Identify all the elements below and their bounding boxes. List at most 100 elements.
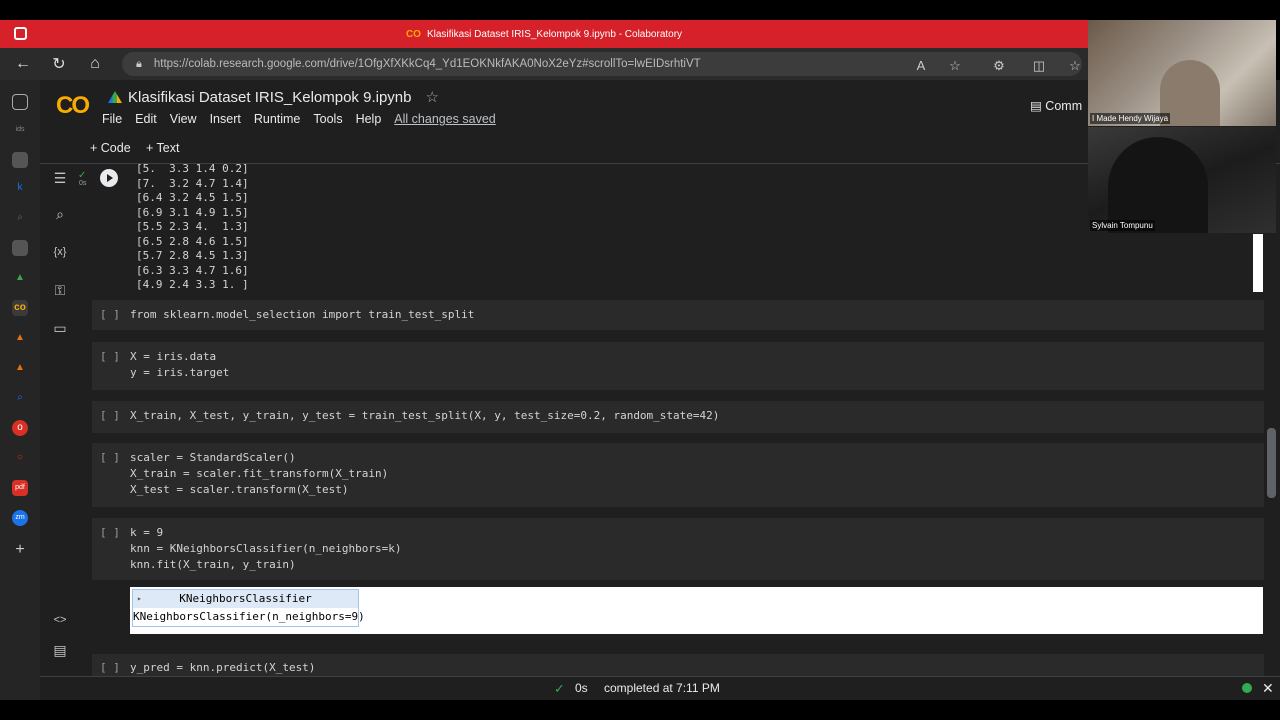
- address-bar[interactable]: 🔒︎ https://colab.research.google.com/dri…: [122, 52, 1082, 76]
- drive-icon[interactable]: ▲: [12, 270, 28, 286]
- notebook-scrollbar[interactable]: [1267, 428, 1276, 498]
- app-icon[interactable]: ○: [12, 450, 28, 466]
- close-icon[interactable]: ✕: [1262, 680, 1274, 697]
- search-site-icon[interactable]: ⌕: [12, 210, 28, 226]
- tab-list-icon[interactable]: [12, 94, 28, 110]
- comment-button[interactable]: ▤ Comm: [1030, 98, 1082, 113]
- cell-run-bracket[interactable]: [ ]: [100, 661, 120, 674]
- cell-run-bracket[interactable]: [ ]: [100, 409, 120, 422]
- app-icon[interactable]: [12, 240, 28, 256]
- code-line[interactable]: knn.fit(X_train, y_train): [130, 557, 296, 573]
- save-status-link[interactable]: All changes saved: [394, 112, 495, 126]
- split-screen-icon[interactable]: ◫: [1030, 58, 1048, 76]
- zoom-icon[interactable]: zm: [12, 510, 28, 526]
- colab-side-panel: ☰ ⌕ {x} ⚿ ▭ <> ▤ ▣: [40, 164, 80, 688]
- video-tile[interactable]: Sylvain Tompunu: [1088, 127, 1276, 233]
- app-icon[interactable]: k: [12, 180, 28, 196]
- code-cell[interactable]: [ ] y_pred = knn.predict(X_test): [92, 654, 1264, 676]
- pdf-icon[interactable]: pdf: [12, 480, 28, 496]
- search-icon[interactable]: ⌕: [50, 204, 70, 224]
- output-text: [5. 3.3 1.4 0.2] [7. 3.2 4.7 1.4] [6.4 3…: [136, 162, 249, 291]
- comment-icon: ▤: [1030, 99, 1046, 113]
- app-icon[interactable]: o: [12, 420, 28, 436]
- exec-time: 0s: [79, 180, 87, 187]
- code-line[interactable]: X_train = scaler.fit_transform(X_train): [130, 466, 388, 482]
- estimator-display[interactable]: ▸ KNeighborsClassifier KNeighborsClassif…: [132, 589, 365, 627]
- participant-name: Sylvain Tompunu: [1090, 220, 1155, 231]
- browser-title-bar: CO Klasifikasi Dataset IRIS_Kelompok 9.i…: [0, 20, 1088, 48]
- extensions-icon[interactable]: ⚙: [990, 58, 1008, 76]
- star-icon[interactable]: ☆: [425, 88, 438, 106]
- code-cell[interactable]: [ ] X = iris.data y = iris.target: [92, 342, 1264, 390]
- run-cell-button[interactable]: [100, 169, 118, 187]
- tab-actions-icon[interactable]: [14, 27, 27, 40]
- files-folder-icon[interactable]: ▭: [50, 318, 70, 338]
- estimator-header[interactable]: ▸ KNeighborsClassifier: [133, 590, 358, 608]
- estimator-params: KNeighborsClassifier(n_neighbors=9): [133, 610, 365, 623]
- table-of-contents-icon[interactable]: ☰: [50, 168, 70, 188]
- add-icon[interactable]: +: [12, 542, 28, 558]
- variables-icon[interactable]: {x}: [50, 242, 70, 262]
- browser-sidebar: ids k ⌕ ▲ co ▲ ▲ ⌕ o ○ pdf zm +: [0, 80, 40, 700]
- output-scrollbar[interactable]: [1253, 234, 1263, 292]
- expand-arrow-icon: ▸: [137, 594, 142, 603]
- url-text: https://colab.research.google.com/drive/…: [153, 58, 701, 70]
- site-icon[interactable]: ids: [12, 122, 28, 138]
- code-line[interactable]: k = 9: [130, 525, 163, 541]
- chart-app-icon[interactable]: ▲: [12, 360, 28, 376]
- read-aloud-icon[interactable]: A: [912, 58, 930, 76]
- app-icon[interactable]: [12, 152, 28, 168]
- cell-run-bracket[interactable]: [ ]: [100, 350, 120, 363]
- menu-view[interactable]: View: [170, 112, 197, 126]
- window-title: Klasifikasi Dataset IRIS_Kelompok 9.ipyn…: [426, 28, 683, 40]
- code-cell[interactable]: [ ] scaler = StandardScaler() X_train = …: [92, 443, 1264, 507]
- code-snippets-icon[interactable]: <>: [50, 610, 70, 630]
- code-line[interactable]: X_test = scaler.transform(X_test): [130, 482, 349, 498]
- code-cell[interactable]: [ ] from sklearn.model_selection import …: [92, 300, 1264, 330]
- status-message: completed at 7:11 PM: [604, 681, 720, 695]
- code-line[interactable]: scaler = StandardScaler(): [130, 450, 296, 466]
- participant-video: [1108, 137, 1208, 233]
- favorites-icon[interactable]: ☆: [1066, 58, 1084, 76]
- cell-run-bracket[interactable]: [ ]: [100, 308, 120, 321]
- add-text-button[interactable]: + Text: [146, 141, 179, 155]
- back-icon[interactable]: ←: [10, 51, 36, 77]
- code-line[interactable]: X = iris.data: [130, 349, 216, 365]
- refresh-icon[interactable]: ↻: [46, 51, 72, 77]
- notebook-title[interactable]: Klasifikasi Dataset IRIS_Kelompok 9.ipyn…: [128, 89, 411, 106]
- code-line[interactable]: knn = KNeighborsClassifier(n_neighbors=k…: [130, 541, 402, 557]
- menu-runtime[interactable]: Runtime: [254, 112, 301, 126]
- status-bar: ✓ 0s completed at 7:11 PM ✕: [40, 676, 1280, 700]
- menu-file[interactable]: File: [102, 112, 122, 126]
- participant-name: I Made Hendy Wijaya: [1090, 113, 1171, 124]
- video-tile[interactable]: I Made Hendy Wijaya: [1088, 20, 1276, 126]
- menu-tools[interactable]: Tools: [313, 112, 342, 126]
- code-cell[interactable]: [ ] X_train, X_test, y_train, y_test = t…: [92, 401, 1264, 433]
- code-line[interactable]: X_train, X_test, y_train, y_test = train…: [130, 408, 719, 424]
- success-check-icon: ✓: [554, 681, 565, 696]
- cell-output-widget: ▸ KNeighborsClassifier KNeighborsClassif…: [130, 587, 1263, 634]
- menu-insert[interactable]: Insert: [210, 112, 241, 126]
- code-line[interactable]: y = iris.target: [130, 365, 229, 381]
- drive-icon: [108, 91, 122, 103]
- cell-run-bracket[interactable]: [ ]: [100, 451, 120, 464]
- home-icon[interactable]: ⌂: [82, 51, 108, 77]
- colab-tab-icon[interactable]: co: [12, 300, 28, 316]
- menu-edit[interactable]: Edit: [135, 112, 157, 126]
- code-line[interactable]: y_pred = knn.predict(X_test): [130, 660, 315, 676]
- chart-app-icon[interactable]: ▲: [12, 330, 28, 346]
- lock-icon[interactable]: 🔒︎: [136, 58, 142, 71]
- cell-run-bracket[interactable]: [ ]: [100, 526, 120, 539]
- menu-bar: File Edit View Insert Runtime Tools Help…: [102, 112, 509, 126]
- code-cell[interactable]: [ ] k = 9 knn = KNeighborsClassifier(n_n…: [92, 518, 1264, 580]
- notebook-title-area: Klasifikasi Dataset IRIS_Kelompok 9.ipyn…: [108, 88, 439, 106]
- secrets-key-icon[interactable]: ⚿: [50, 280, 70, 300]
- colab-logo[interactable]: CO: [56, 92, 90, 120]
- menu-help[interactable]: Help: [356, 112, 382, 126]
- code-line[interactable]: from sklearn.model_selection import trai…: [130, 307, 474, 323]
- command-palette-icon[interactable]: ▤: [50, 640, 70, 660]
- favorite-star-icon[interactable]: ☆: [946, 58, 964, 76]
- search-site-icon[interactable]: ⌕: [12, 390, 28, 406]
- runtime-status-icon[interactable]: [1242, 683, 1252, 693]
- add-code-button[interactable]: + Code: [90, 141, 131, 155]
